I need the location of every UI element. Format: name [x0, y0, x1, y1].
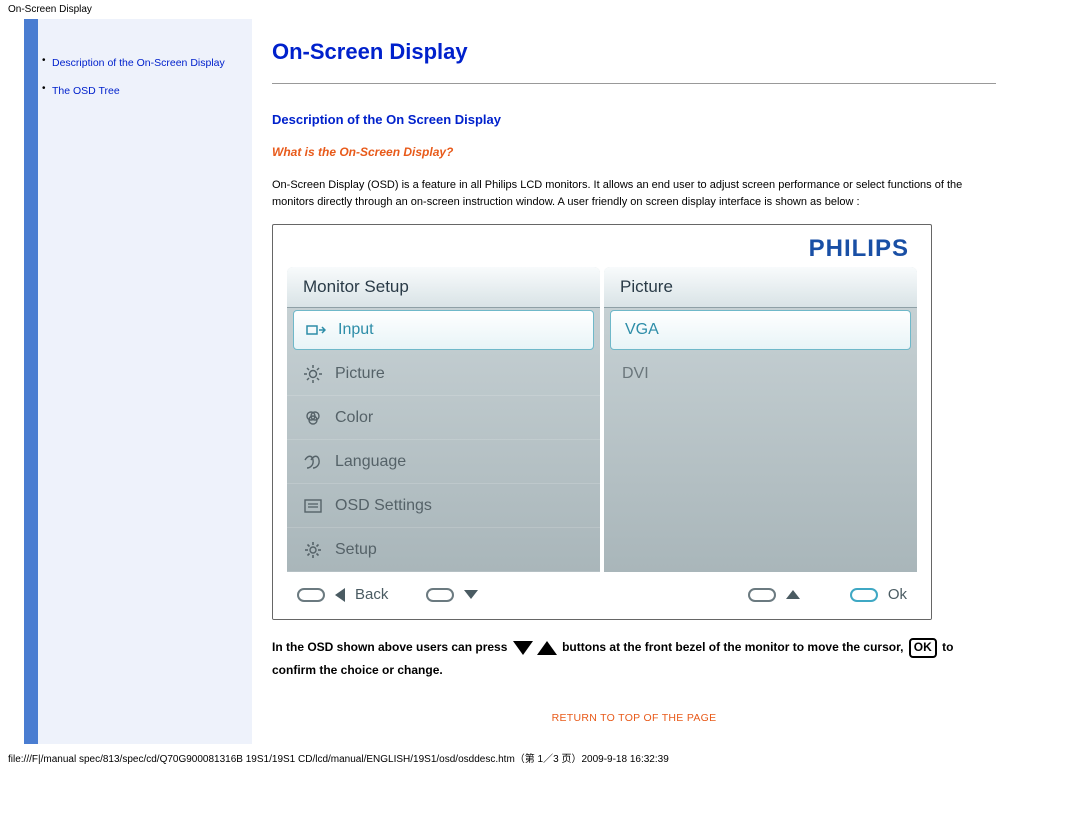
- left-accent-bar: [24, 19, 38, 744]
- gear-icon: [301, 541, 325, 559]
- sidebar-link-osd-tree[interactable]: The OSD Tree: [52, 85, 120, 97]
- sidebar-item[interactable]: The OSD Tree: [46, 77, 244, 105]
- page-header-text: On-Screen Display: [0, 0, 1080, 19]
- ok-label: Ok: [888, 586, 907, 603]
- osd-empty-row: [604, 396, 917, 440]
- osd-menu-language[interactable]: Language: [287, 440, 600, 484]
- osd-menu-label: Picture: [335, 365, 385, 383]
- triangle-down-big-icon: [513, 641, 533, 655]
- osd-menu-label: Setup: [335, 541, 377, 559]
- osd-right-column: Picture VGA DVI: [604, 267, 917, 572]
- osd-footer-right: Ok: [748, 586, 907, 603]
- osd-menu-label: Color: [335, 409, 373, 427]
- section-heading: Description of the On Screen Display: [272, 112, 996, 127]
- osd-option-label: DVI: [622, 365, 649, 383]
- osd-footer: Back Ok: [273, 572, 931, 619]
- sidebar: Description of the On-Screen Display The…: [38, 19, 252, 744]
- sidebar-link-description[interactable]: Description of the On-Screen Display: [52, 57, 225, 69]
- triangle-up-icon: [786, 590, 800, 599]
- osd-option-vga[interactable]: VGA: [610, 310, 911, 350]
- osd-menu-label: Input: [338, 321, 374, 339]
- oval-button-icon: [426, 588, 454, 602]
- osd-option-dvi[interactable]: DVI: [604, 352, 917, 396]
- oval-button-icon: [748, 588, 776, 602]
- osd-empty-row: [604, 484, 917, 528]
- page-title: On-Screen Display: [272, 39, 996, 65]
- main-content: On-Screen Display Description of the On …: [252, 19, 1056, 744]
- osd-menu-osd-settings[interactable]: OSD Settings: [287, 484, 600, 528]
- ok-box-icon: OK: [909, 638, 937, 658]
- subsection-heading: What is the On-Screen Display?: [272, 145, 996, 159]
- osd-menu-label: OSD Settings: [335, 497, 432, 515]
- osd-menu-picture[interactable]: Picture: [287, 352, 600, 396]
- footer-file-path: file:///F|/manual spec/813/spec/cd/Q70G9…: [0, 744, 1080, 775]
- return-to-top-link[interactable]: RETURN TO TOP OF THE PAGE: [272, 712, 996, 724]
- osd-right-header: Picture: [604, 267, 917, 308]
- osd-empty-row: [604, 440, 917, 484]
- osd-menu-label: Language: [335, 453, 406, 471]
- divider: [272, 83, 996, 84]
- back-label: Back: [355, 586, 388, 603]
- brightness-icon: [301, 365, 325, 383]
- oval-button-icon: [297, 588, 325, 602]
- osd-brand-row: PHILIPS: [273, 225, 931, 263]
- osd-option-label: VGA: [625, 321, 659, 339]
- color-icon: [301, 409, 325, 427]
- osd-empty-row: [604, 528, 917, 572]
- osd-footer-left: Back: [297, 586, 478, 603]
- intro-paragraph: On-Screen Display (OSD) is a feature in …: [272, 177, 996, 210]
- osd-left-header: Monitor Setup: [287, 267, 600, 308]
- osd-menu-input[interactable]: Input: [293, 310, 594, 350]
- philips-logo: PHILIPS: [809, 235, 909, 262]
- instruction-text: In the OSD shown above users can press b…: [272, 636, 996, 682]
- osd-left-column: Monitor Setup Input Picture: [287, 267, 600, 572]
- list-icon: [301, 499, 325, 513]
- osd-menu-color[interactable]: Color: [287, 396, 600, 440]
- osd-menu-setup[interactable]: Setup: [287, 528, 600, 572]
- page-wrap: Description of the On-Screen Display The…: [24, 19, 1056, 744]
- language-icon: [301, 454, 325, 470]
- triangle-left-icon: [335, 588, 345, 602]
- triangle-down-icon: [464, 590, 478, 599]
- sidebar-item[interactable]: Description of the On-Screen Display: [46, 49, 244, 77]
- instruction-part1: In the OSD shown above users can press: [272, 640, 507, 654]
- oval-button-accent-icon: [850, 588, 878, 602]
- instruction-part2: buttons at the front bezel of the monito…: [562, 640, 903, 654]
- osd-screenshot: PHILIPS Monitor Setup Input: [272, 224, 932, 620]
- input-icon: [304, 323, 328, 337]
- triangle-up-big-icon: [537, 641, 557, 655]
